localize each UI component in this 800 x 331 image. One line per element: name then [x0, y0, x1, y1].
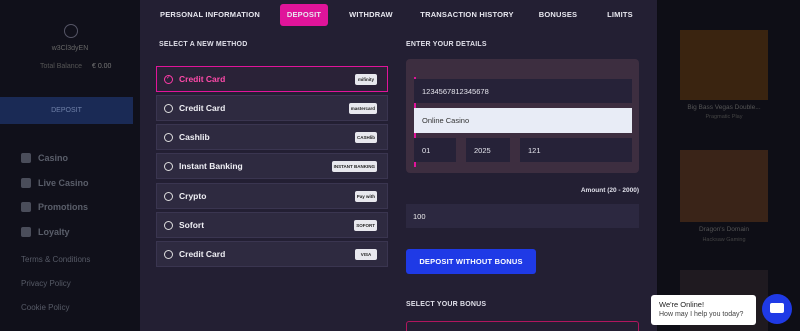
- instant-banking-logo-icon: INSTANT BANKING: [331, 161, 377, 172]
- balance-row: Total Balance € 0.00: [40, 63, 111, 70]
- bonus-section-label: SELECT YOUR BONUS: [406, 301, 487, 308]
- game-thumbnail[interactable]: [680, 30, 768, 100]
- deposit-without-bonus-button[interactable]: DEPOSIT WITHOUT BONUS: [406, 249, 536, 274]
- game-title: Dragon's Domain: [698, 226, 749, 233]
- game-thumbnail[interactable]: [680, 150, 768, 222]
- chat-bubble-icon: [770, 303, 784, 313]
- terms-link[interactable]: Terms & Conditions: [21, 255, 90, 279]
- balance-label: Total Balance: [40, 63, 83, 70]
- mastercard-logo-icon: mastercard: [348, 103, 377, 114]
- expiry-year-field[interactable]: 2025: [466, 138, 510, 162]
- card-number-field[interactable]: 1234567812345678: [414, 79, 632, 103]
- method-label: Instant Banking: [179, 161, 243, 171]
- cookie-link[interactable]: Cookie Policy: [21, 303, 90, 327]
- payment-method-sofort[interactable]: Sofort SOFORT: [156, 212, 388, 238]
- details-section-label: ENTER YOUR DETAILS: [406, 41, 487, 48]
- tab-limits[interactable]: LIMITS: [604, 4, 636, 26]
- methods-section-label: SELECT A NEW METHOD: [159, 41, 248, 48]
- sidebar-item-label: Promotions: [38, 202, 89, 213]
- radio-icon: [164, 132, 173, 142]
- footer-links: Terms & Conditions Privacy Policy Cookie…: [21, 255, 90, 327]
- payment-method-credit-card[interactable]: Credit Card VISA: [156, 241, 388, 267]
- method-label: Credit Card: [179, 103, 226, 113]
- amount-label: Amount (20 - 2000): [580, 187, 639, 194]
- user-icon: [64, 24, 78, 38]
- radio-icon: [164, 249, 173, 259]
- sidebar-item-label: Casino: [38, 153, 69, 164]
- payment-method-cashlib[interactable]: Cashlib CASHlib: [156, 124, 388, 150]
- amount-input[interactable]: 100: [406, 204, 639, 228]
- bonus-select[interactable]: [406, 321, 639, 331]
- radio-icon: [164, 191, 173, 201]
- privacy-link[interactable]: Privacy Policy: [21, 279, 90, 303]
- chat-prompt: How may I help you today?: [659, 311, 744, 318]
- tab-withdraw[interactable]: WITHDRAW: [348, 4, 394, 26]
- method-label: Crypto: [179, 191, 207, 201]
- sidebar-item-label: Loyalty: [38, 226, 70, 237]
- chat-status: We're Online!: [659, 300, 705, 309]
- game-provider: Pragmatic Play: [705, 114, 743, 120]
- sidebar-item-loyalty[interactable]: Loyalty: [21, 220, 89, 245]
- sofort-logo-icon: SOFORT: [354, 220, 377, 231]
- crypto-logo-icon: Pay with: [354, 191, 377, 202]
- chat-button[interactable]: [762, 294, 792, 324]
- method-label: Credit Card: [179, 74, 226, 84]
- expiry-month-field[interactable]: 01: [414, 138, 456, 162]
- tab-bar: PERSONAL INFORMATION DEPOSIT WITHDRAW TR…: [140, 0, 657, 30]
- spade-icon: [21, 153, 31, 164]
- payment-method-credit-card[interactable]: Credit Card mastercard: [156, 95, 388, 121]
- card-details-form: 1234567812345678 Online Casino 01 2025 1…: [406, 59, 639, 173]
- method-label: Sofort: [179, 220, 205, 230]
- dice-icon: [21, 177, 31, 188]
- sidebar-item-live-casino[interactable]: Live Casino: [21, 171, 89, 196]
- account-modal: PERSONAL INFORMATION DEPOSIT WITHDRAW TR…: [140, 0, 657, 331]
- radio-icon: [164, 220, 173, 230]
- gift-icon: [21, 202, 31, 213]
- game-provider: Hacksaw Gaming: [702, 237, 746, 243]
- cvv-field[interactable]: 121: [520, 138, 632, 162]
- sidebar-item-label: Live Casino: [38, 177, 89, 188]
- sidebar-nav: Casino Live Casino Promotions Loyalty: [21, 146, 89, 244]
- tab-personal-information[interactable]: PERSONAL INFORMATION: [160, 4, 260, 26]
- payment-method-credit-card[interactable]: Credit Card mifinity: [156, 66, 388, 92]
- payment-method-crypto[interactable]: Crypto Pay with: [156, 183, 388, 209]
- star-icon: [21, 226, 31, 237]
- card-holder-field[interactable]: Online Casino: [414, 108, 632, 133]
- payment-method-instant-banking[interactable]: Instant Banking INSTANT BANKING: [156, 153, 388, 179]
- method-label: Cashlib: [179, 132, 210, 142]
- sidebar-deposit-button[interactable]: DEPOSIT: [0, 97, 133, 124]
- sidebar: w3Cl3dyEN Total Balance € 0.00 DEPOSIT C…: [0, 0, 140, 331]
- radio-icon: [164, 103, 173, 113]
- chat-popup[interactable]: We're Online! How may I help you today?: [651, 295, 756, 325]
- balance-value: € 0.00: [91, 63, 112, 70]
- sidebar-item-promotions[interactable]: Promotions: [21, 195, 89, 220]
- radio-checked-icon: [164, 74, 173, 84]
- method-label: Credit Card: [179, 249, 226, 259]
- tab-deposit[interactable]: DEPOSIT: [280, 4, 328, 26]
- game-title: Big Bass Vegas Double...: [687, 104, 761, 111]
- tab-bonuses[interactable]: BONUSES: [538, 4, 578, 26]
- mifinity-logo-icon: mifinity: [355, 74, 377, 85]
- tab-transaction-history[interactable]: TRANSACTION HISTORY: [420, 4, 514, 26]
- visa-logo-icon: VISA: [355, 249, 377, 260]
- radio-icon: [164, 161, 173, 171]
- games-panel: Big Bass Vegas Double... Pragmatic Play …: [658, 0, 800, 331]
- cashlib-logo-icon: CASHlib: [355, 132, 377, 143]
- username: w3Cl3dyEN: [51, 45, 89, 52]
- sidebar-item-casino[interactable]: Casino: [21, 146, 89, 171]
